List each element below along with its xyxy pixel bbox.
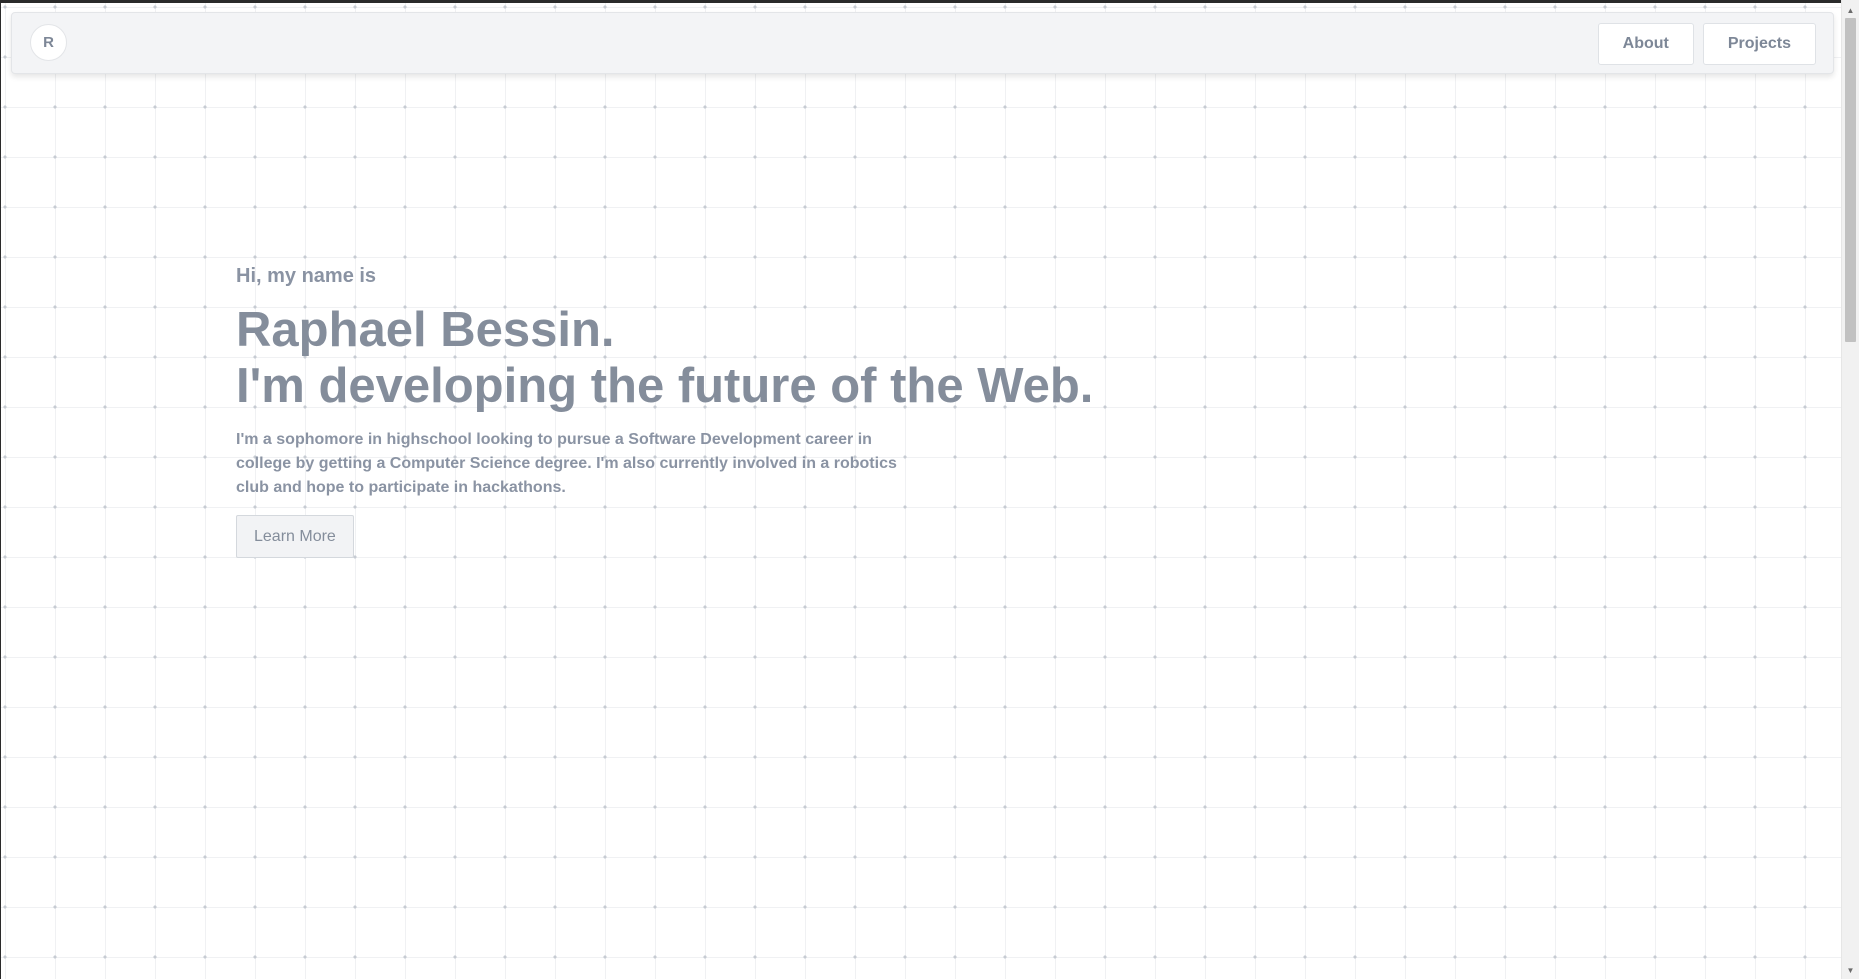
navbar: R About Projects <box>11 12 1834 74</box>
scroll-down-arrow-icon[interactable]: ▼ <box>1842 962 1859 979</box>
hero-name: Raphael Bessin. <box>236 303 615 357</box>
hero-greeting: Hi, my name is <box>236 265 377 287</box>
learn-more-button[interactable]: Learn More <box>236 515 354 558</box>
logo-letter: R <box>43 34 54 51</box>
hero-section: Hi, my name is Raphael Bessin. I'm devel… <box>236 265 1093 558</box>
hero-tagline: I'm developing the future of the Web. <box>236 359 1094 413</box>
learn-more-label: Learn More <box>254 527 336 545</box>
projects-button-label: Projects <box>1727 35 1791 52</box>
scroll-up-arrow-icon[interactable]: ▲ <box>1842 2 1859 19</box>
about-button-label: About <box>1622 35 1669 52</box>
about-button[interactable]: About <box>1597 23 1694 65</box>
page-viewport: R About Projects Hi, my name is Raphael … <box>0 0 1841 979</box>
hero-bio: I'm a sophomore in highschool looking to… <box>236 431 897 496</box>
projects-button[interactable]: Projects <box>1702 23 1816 65</box>
nav-links: About Projects <box>1597 23 1816 65</box>
vertical-scrollbar[interactable]: ▲ ▼ <box>1841 0 1859 979</box>
logo-avatar[interactable]: R <box>30 24 67 61</box>
hero-headline: Raphael Bessin. I'm developing the futur… <box>236 302 1093 414</box>
scroll-thumb[interactable] <box>1845 18 1856 342</box>
